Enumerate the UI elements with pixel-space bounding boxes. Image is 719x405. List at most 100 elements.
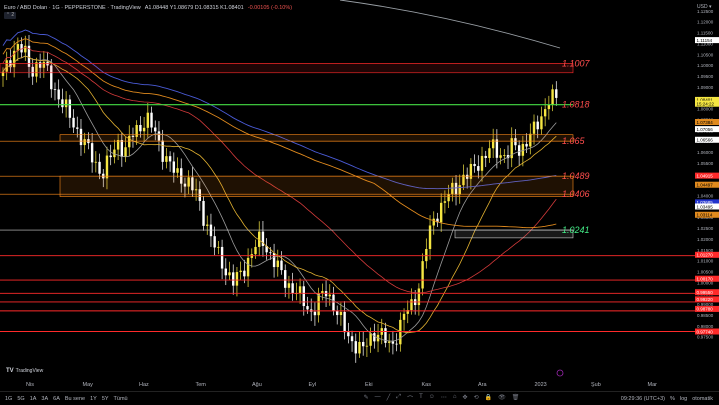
candle-body xyxy=(61,99,64,108)
auto-toggle[interactable]: otomatik xyxy=(692,396,713,402)
candle-body xyxy=(239,270,242,273)
candle-body xyxy=(202,200,205,226)
range-buttons: 1G 5G 1A 3A 6A Bu sene 1Y 5Y Tümü xyxy=(5,396,128,402)
candle-body xyxy=(64,99,68,108)
candle-body xyxy=(495,139,499,158)
price-tag-text: 0.99550 xyxy=(697,290,714,295)
candle-body xyxy=(543,109,547,117)
candle-body xyxy=(176,168,179,173)
undo-icon[interactable]: ⟲ xyxy=(474,394,479,403)
event-marker-icon[interactable] xyxy=(556,369,564,377)
curve-icon[interactable]: ⌒ xyxy=(407,394,413,403)
price-chart[interactable]: 1.10071.08181.0651.04891.04061.0241Nis Ma… xyxy=(0,0,719,391)
candle-body xyxy=(336,310,339,316)
collapse-indicators-button[interactable]: ⌃ 2 xyxy=(4,12,16,19)
candle-body xyxy=(284,270,287,288)
candle-body xyxy=(425,248,428,262)
candle-body xyxy=(391,341,395,344)
candle-body xyxy=(517,145,521,156)
candle-body xyxy=(213,236,216,248)
time-axis-label: Ağu xyxy=(252,382,262,388)
candle-body xyxy=(206,224,209,226)
move-icon[interactable]: ✥ xyxy=(463,394,468,403)
candle-body xyxy=(139,124,142,132)
candle-body xyxy=(209,224,213,237)
time-axis-label: Eyl xyxy=(309,382,317,388)
candle-body xyxy=(276,260,279,268)
candle-body xyxy=(168,156,172,162)
time-axis-label: Tem xyxy=(196,382,207,388)
symbol-title[interactable]: Euro / ABD Doları · 1G · PEPPERSTONE · T… xyxy=(4,5,141,11)
price-tag-text: 15:24:22 xyxy=(697,102,715,107)
candle-body xyxy=(551,89,554,105)
candle-body xyxy=(150,112,153,128)
range-button[interactable]: 5Y xyxy=(102,396,109,402)
candle-body xyxy=(98,161,101,174)
candle-body xyxy=(428,225,432,249)
price-scale[interactable]: USD ▾1.125001.120001.115001.110001.10500… xyxy=(695,0,719,404)
candle-body xyxy=(499,155,502,158)
candle-body xyxy=(477,166,480,171)
candle-body xyxy=(395,343,398,345)
expand-icon[interactable]: ⤢ xyxy=(396,394,401,403)
candle-body xyxy=(24,45,27,53)
candle-body xyxy=(525,143,528,147)
ma-short-line xyxy=(2,55,557,342)
candle-body xyxy=(369,333,372,346)
range-button[interactable]: 1G xyxy=(5,396,12,402)
candle-body xyxy=(298,286,302,294)
candle-body xyxy=(220,246,224,269)
candle-body xyxy=(90,143,94,163)
time-axis-label: Ara xyxy=(478,382,488,388)
candle-body xyxy=(387,341,391,343)
candle-body xyxy=(94,161,98,163)
trend-icon[interactable]: ╱ xyxy=(387,394,391,403)
candle-body xyxy=(484,155,487,158)
price-tick: 1.06000 xyxy=(697,150,714,155)
more-icon[interactable]: ⋯ xyxy=(441,394,447,403)
text-icon[interactable]: T xyxy=(419,394,423,403)
range-button[interactable]: 1A xyxy=(30,396,37,402)
range-button[interactable]: Tümü xyxy=(114,396,128,402)
percent-toggle[interactable]: % xyxy=(670,396,675,402)
price-tag-text: 0.97740 xyxy=(697,329,714,334)
candle-body xyxy=(358,341,361,354)
candle-body xyxy=(343,311,346,333)
candle-body xyxy=(165,156,168,162)
eye-icon[interactable]: 👁 xyxy=(498,394,506,403)
drawing-tools: ✎ — ╱ ⤢ ⌒ T ☺ ⋯ ⌂ ✥ ⟲ 🔒 👁 🗑 xyxy=(364,394,520,403)
time-axis-label: Haz xyxy=(139,382,149,388)
candle-body xyxy=(536,121,539,130)
candle-body xyxy=(350,336,354,342)
emoji-icon[interactable]: ☺ xyxy=(429,394,435,403)
range-button[interactable]: Bu sene xyxy=(65,396,85,402)
candle-body xyxy=(480,155,484,171)
candle-body xyxy=(302,286,305,307)
range-button[interactable]: 6A xyxy=(53,396,60,402)
line-icon[interactable]: — xyxy=(375,394,381,403)
candle-body xyxy=(332,294,335,311)
candle-body xyxy=(109,155,112,158)
level-label: 1.1007 xyxy=(562,59,591,69)
candle-body xyxy=(547,104,551,110)
range-button[interactable]: 3A xyxy=(41,396,48,402)
level-zone xyxy=(454,229,574,239)
candle-body xyxy=(432,218,435,226)
price-tag-text: 1.11154 xyxy=(697,38,713,43)
price-tick: 1.10500 xyxy=(697,52,714,57)
level-label: 1.065 xyxy=(562,136,586,146)
ma-200-line xyxy=(2,29,557,190)
tradingview-logo[interactable]: TV TradingView xyxy=(6,368,43,374)
range-button[interactable]: 1Y xyxy=(90,396,97,402)
long-ma-line xyxy=(339,0,561,49)
range-button[interactable]: 5G xyxy=(17,396,24,402)
trash-icon[interactable]: 🗑 xyxy=(512,394,520,403)
lock-icon[interactable]: 🔒 xyxy=(485,394,492,403)
candle-body xyxy=(246,257,250,277)
candle-body xyxy=(272,253,276,268)
candle-body xyxy=(235,272,239,286)
pencil-icon[interactable]: ✎ xyxy=(364,394,369,403)
log-toggle[interactable]: log xyxy=(680,396,687,402)
price-tick: 1.01000 xyxy=(697,259,714,264)
home-icon[interactable]: ⌂ xyxy=(453,394,457,403)
